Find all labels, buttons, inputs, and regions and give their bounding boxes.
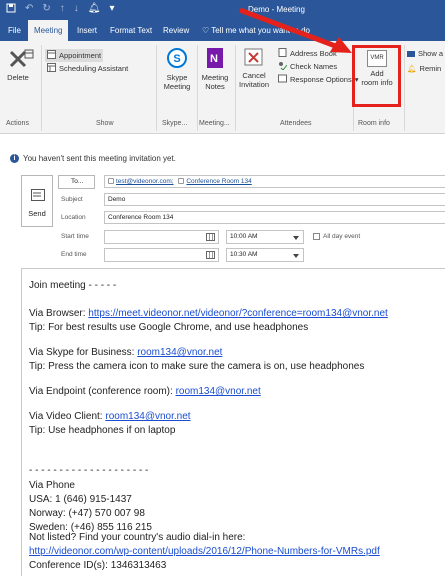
start-time-select[interactable]: 10:00 AM [226, 230, 304, 244]
info-bar: i You haven't sent this meeting invitati… [0, 150, 445, 166]
client-link[interactable]: room134@vnor.net [105, 411, 190, 422]
to-button[interactable]: To... [58, 175, 95, 189]
endpoint-line: Via Endpoint (conference room): room134@… [29, 386, 261, 397]
send-envelope-icon [31, 189, 45, 203]
phone-usa: USA: 1 (646) 915-1437 [29, 494, 132, 505]
chevron-down-icon [293, 254, 299, 258]
phone-norway: Norway: (+47) 570 007 98 [29, 508, 145, 519]
group-label-meeting-notes: Meeting... [199, 120, 230, 127]
conference-id: Conference ID(s): 1346313463 [29, 560, 167, 571]
end-time-select[interactable]: 10:30 AM [226, 248, 304, 262]
all-day-checkbox[interactable]: All day event [313, 233, 360, 240]
client-line: Via Video Client: room134@vnor.net [29, 411, 191, 422]
recipient[interactable]: test@videonor.com; [116, 178, 174, 185]
contact-icon [108, 178, 114, 184]
chevron-down-icon [293, 236, 299, 240]
subject-field[interactable]: Demo [104, 193, 445, 206]
join-heading: Join meeting - - - - - [29, 280, 117, 291]
send-button[interactable]: Send [21, 175, 53, 227]
location-label: Location [61, 214, 86, 221]
browser-line: Via Browser: https://meet.videonor.net/v… [29, 308, 388, 319]
skype-link[interactable]: room134@vnor.net [137, 347, 222, 358]
info-icon: i [10, 153, 19, 163]
not-listed-text: Not listed? Find your country's audio di… [29, 532, 246, 543]
start-date-picker[interactable] [104, 230, 219, 244]
subject-label: Subject [61, 196, 83, 203]
annotation-arrow [239, 7, 352, 53]
group-label-attendees: Attendees [280, 120, 312, 127]
to-field[interactable]: test@videonor.com; Conference Room 134 [104, 175, 445, 188]
group-label-skype: Skype... [162, 120, 188, 127]
client-tip: Tip: Use headphones if on laptop [29, 425, 176, 436]
location-field[interactable]: Conference Room 134 [104, 211, 445, 224]
dialin-link-line: http://videonor.com/wp-content/uploads/2… [29, 546, 380, 557]
group-label-room-info: Room info [358, 120, 390, 127]
dialin-link[interactable]: http://videonor.com/wp-content/uploads/2… [29, 546, 380, 557]
skype-tip: Tip: Press the camera icon to make sure … [29, 361, 365, 372]
phone-heading: Via Phone [29, 480, 75, 491]
checkbox-box[interactable] [313, 233, 320, 240]
info-text: You haven't sent this meeting invitation… [23, 153, 176, 163]
start-time-label: Start time [61, 233, 89, 240]
room-icon [178, 178, 185, 184]
browser-tip: Tip: For best results use Google Chrome,… [29, 322, 309, 333]
calendar-icon[interactable] [206, 233, 215, 241]
calendar-icon[interactable] [206, 251, 215, 259]
skype-line: Via Skype for Business: room134@vnor.net [29, 347, 223, 358]
recipient[interactable]: Conference Room 134 [186, 178, 251, 185]
group-label-actions: Actions [6, 120, 29, 127]
browser-link[interactable]: https://meet.videonor.net/videonor/?conf… [88, 308, 388, 319]
group-label-show: Show [96, 120, 114, 127]
end-date-picker[interactable] [104, 248, 219, 262]
divider: - - - - - - - - - - - - - - - - - - - - [29, 465, 149, 476]
endpoint-link[interactable]: room134@vnor.net [176, 386, 261, 397]
end-time-label: End time [61, 251, 87, 258]
